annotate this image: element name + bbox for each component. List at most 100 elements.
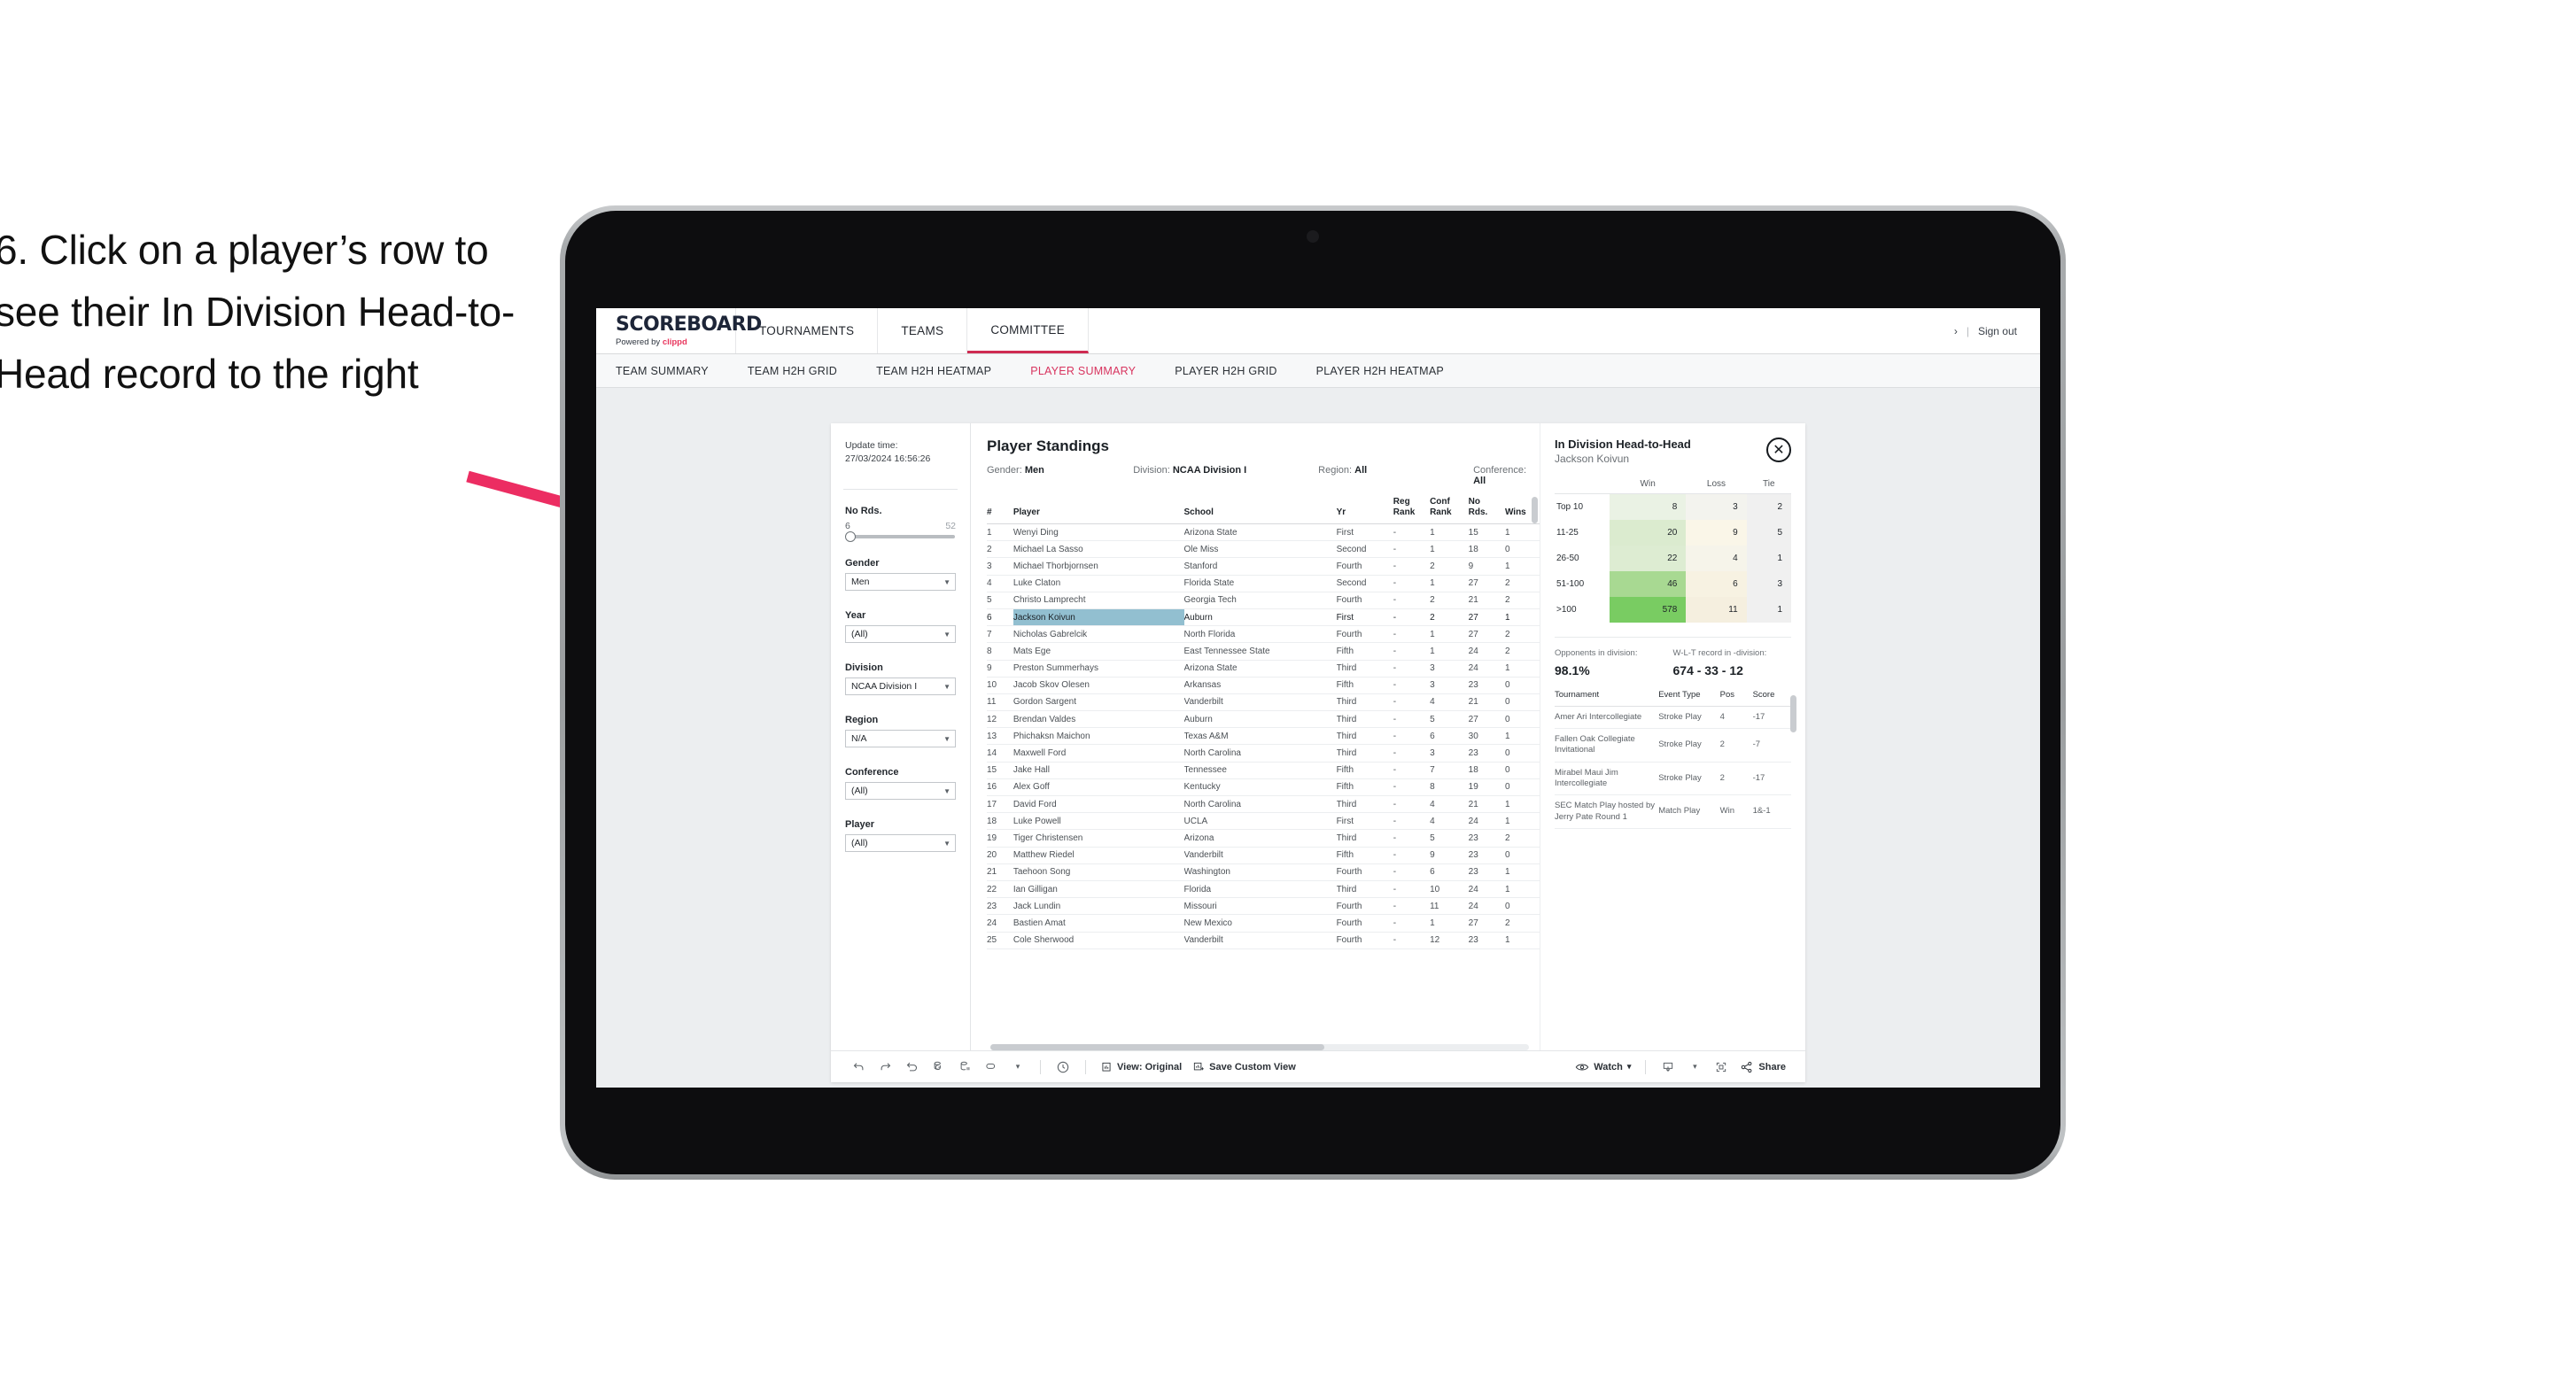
division-select[interactable]: NCAA Division I ▼ [845, 678, 956, 696]
download-caret-icon[interactable]: ▾ [1681, 1056, 1708, 1079]
revert-icon[interactable] [898, 1056, 925, 1079]
table-row[interactable]: 18 Luke Powell UCLA First -4 24 1 [987, 812, 1540, 831]
cell-reg: - [1393, 914, 1431, 933]
th-school[interactable]: School [1183, 497, 1337, 524]
table-row[interactable]: 17 David Ford North Carolina Third -4 21 1 [987, 795, 1540, 814]
filter-conference-label: Conference [845, 767, 899, 778]
nav-teams[interactable]: TEAMS [878, 308, 968, 353]
cell-player: Matthew Riedel [1013, 847, 1184, 864]
year-select[interactable]: (All) ▼ [845, 625, 956, 644]
cell-wins: 0 [1504, 897, 1540, 916]
table-row[interactable]: 12 Brendan Valdes Auburn Third -5 27 0 [987, 710, 1540, 729]
table-row[interactable]: 24 Bastien Amat New Mexico Fourth -1 27 2 [987, 914, 1540, 933]
conference-select[interactable]: (All) ▼ [845, 782, 956, 801]
redo-icon[interactable] [872, 1056, 898, 1079]
toolbar-dropdown-caret[interactable]: ▾ [1005, 1056, 1031, 1079]
nav-tournaments[interactable]: TOURNAMENTS [736, 308, 879, 353]
history-clock-icon[interactable] [1050, 1056, 1076, 1079]
table-row[interactable]: 2 Michael La Sasso Ole Miss Second -1 18 0 [987, 540, 1540, 559]
region-select[interactable]: N/A ▼ [845, 730, 956, 748]
undo-icon[interactable] [845, 1056, 872, 1079]
sign-out-link[interactable]: Sign out [1978, 325, 2017, 337]
chevron-down-icon: ▼ [943, 786, 950, 795]
tab-team-h2h-grid[interactable]: TEAM H2H GRID [748, 365, 837, 377]
save-custom-view-button[interactable]: Save Custom View [1187, 1061, 1301, 1073]
cell-yr: Fourth [1336, 863, 1393, 881]
h2h-tie-cell: 5 [1746, 519, 1791, 546]
fullscreen-icon[interactable] [1708, 1056, 1734, 1079]
tab-team-h2h-heatmap[interactable]: TEAM H2H HEATMAP [876, 365, 991, 377]
table-row[interactable]: 21 Taehoon Song Washington Fourth -6 23 1 [987, 863, 1540, 881]
table-row[interactable]: 14 Maxwell Ford North Carolina Third -3 23 0 [987, 744, 1540, 763]
main-panel: Player Standings Gender: Men Division: N… [971, 423, 1805, 1050]
slider-thumb[interactable] [845, 531, 856, 543]
table-row[interactable]: 3 Michael Thorbjornsen Stanford Fourth -2 9 1 [987, 557, 1540, 576]
gender-select[interactable]: Men ▼ [845, 573, 956, 592]
table-row[interactable]: 5 Christo Lamprecht Georgia Tech Fourth -2 21… [987, 592, 1540, 609]
standings-vertical-scrollbar[interactable] [1532, 497, 1538, 523]
th-player[interactable]: Player [1013, 497, 1184, 524]
table-row[interactable]: 11 Gordon Sargent Vanderbilt Third -4 21 0 [987, 693, 1540, 712]
download-icon[interactable] [1655, 1056, 1681, 1079]
cell-no: 27 [1468, 575, 1505, 592]
table-row[interactable]: 6 Jackson Koivun Auburn First -2 27 1 [987, 608, 1540, 627]
cell-school: Arizona State [1183, 660, 1337, 678]
th-yr[interactable]: Yr [1336, 497, 1393, 524]
pause-auto-update-icon[interactable] [978, 1056, 1005, 1079]
no-rds-slider[interactable] [845, 531, 955, 543]
close-icon[interactable]: ✕ [1766, 437, 1791, 462]
tournament-score-cell: -17 [1752, 706, 1791, 729]
cell-player: Phichaksn Maichon [1013, 727, 1184, 746]
cell-yr: Fifth [1336, 642, 1393, 661]
tab-team-summary[interactable]: TEAM SUMMARY [616, 365, 709, 377]
standings-horizontal-scrollbar[interactable] [990, 1044, 1529, 1050]
cell-no: 18 [1468, 540, 1505, 559]
chevron-down-icon: ▼ [943, 734, 950, 743]
table-row[interactable]: 10 Jacob Skov Olesen Arkansas Fifth -3 23 0 [987, 677, 1540, 694]
table-row[interactable]: 15 Jake Hall Tennessee Fifth -7 18 0 [987, 762, 1540, 779]
cell-rank: 5 [987, 592, 1013, 609]
cell-no: 24 [1468, 812, 1505, 831]
watch-button[interactable]: Watch ▾ [1570, 1061, 1636, 1073]
tournament-name-cell: Fallen Oak Collegiate Invitational [1555, 728, 1659, 763]
table-row[interactable]: 25 Cole Sherwood Vanderbilt Fourth -12 23 1 [987, 932, 1540, 949]
tab-player-summary[interactable]: PLAYER SUMMARY [1030, 365, 1136, 377]
refresh-data-icon[interactable] [925, 1056, 951, 1079]
user-chevron-icon[interactable]: › [1954, 325, 1958, 337]
toolbar-divider-3 [1645, 1059, 1647, 1074]
share-button[interactable]: Share [1734, 1060, 1791, 1074]
table-row[interactable]: 8 Mats Ege East Tennessee State Fifth -1 24 2 [987, 642, 1540, 661]
cell-player: Gordon Sargent [1013, 693, 1184, 712]
table-row[interactable]: 20 Matthew Riedel Vanderbilt Fifth -9 23 0 [987, 847, 1540, 864]
nav-committee[interactable]: COMMITTEE [967, 308, 1090, 353]
table-row[interactable]: 23 Jack Lundin Missouri Fourth -11 24 0 [987, 897, 1540, 916]
tournament-score-cell: -7 [1752, 728, 1791, 763]
table-row[interactable]: 19 Tiger Christensen Arizona Third -5 23 2 [987, 829, 1540, 848]
table-row[interactable]: 16 Alex Goff Kentucky Fifth -8 19 0 [987, 778, 1540, 797]
table-row[interactable]: 7 Nicholas Gabrelcik North Florida Fourth -1… [987, 625, 1540, 644]
cell-school: East Tennessee State [1183, 642, 1337, 661]
brand-subtitle-prefix: Powered by [616, 337, 661, 347]
cell-wins: 1 [1504, 880, 1540, 899]
standings-hscroll-thumb[interactable] [990, 1044, 1324, 1050]
table-row[interactable]: 13 Phichaksn Maichon Texas A&M Third -6 30 1 [987, 727, 1540, 746]
pause-data-icon[interactable] [951, 1056, 978, 1079]
th-no-rds[interactable]: No Rds. [1468, 497, 1505, 524]
th-reg-rank[interactable]: Reg Rank [1393, 497, 1431, 524]
table-row[interactable]: 1 Wenyi Ding Arizona State First -1 15 1 [987, 523, 1540, 542]
player-select[interactable]: (All) ▼ [845, 834, 956, 853]
th-conf-rank[interactable]: Conf Rank [1430, 497, 1469, 524]
th-rank[interactable]: # [987, 497, 1013, 524]
tournament-scrollbar[interactable] [1790, 694, 1796, 732]
cell-yr: Third [1336, 880, 1393, 899]
view-original-button[interactable]: View: Original [1095, 1061, 1187, 1073]
tab-player-h2h-heatmap[interactable]: PLAYER H2H HEATMAP [1316, 365, 1444, 377]
tab-player-h2h-grid[interactable]: PLAYER H2H GRID [1175, 365, 1276, 377]
tournament-table-head: Tournament Event Type Pos Score [1555, 689, 1791, 707]
filter-conference: Conference (All) ▼ [845, 767, 956, 801]
table-row[interactable]: 9 Preston Summerhays Arizona State Third -3 2… [987, 660, 1540, 678]
table-row[interactable]: 4 Luke Claton Florida State Second -1 27 2 [987, 575, 1540, 592]
table-row[interactable]: 22 Ian Gilligan Florida Third -10 24 1 [987, 880, 1540, 899]
cell-wins: 1 [1504, 608, 1540, 627]
tournament-type-cell: Stroke Play [1658, 706, 1720, 729]
